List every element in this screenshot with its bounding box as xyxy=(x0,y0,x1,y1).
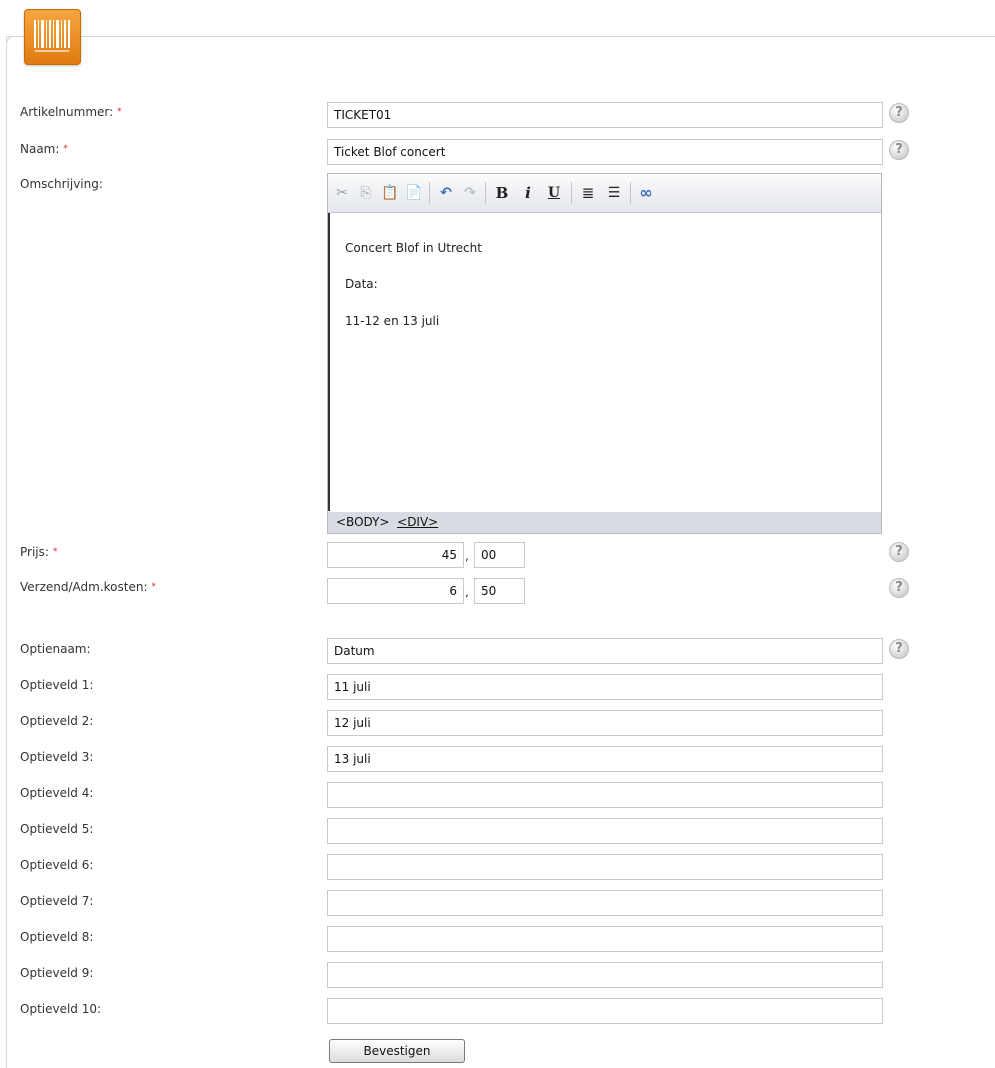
verzendkosten-euros-input[interactable] xyxy=(327,578,464,604)
toolbar-separator xyxy=(429,182,430,204)
label-optieveld-10: Optieveld 10: xyxy=(20,1002,102,1016)
label-optieveld-2: Optieveld 2: xyxy=(20,714,94,728)
copy-icon[interactable]: ⎘ xyxy=(356,183,376,203)
prijs-cents-input[interactable] xyxy=(474,542,525,568)
optieveld-9-input[interactable] xyxy=(327,962,883,988)
link-icon[interactable]: ∞ xyxy=(636,183,656,203)
optieveld-8-input[interactable] xyxy=(327,926,883,952)
cut-icon[interactable]: ✂ xyxy=(332,183,352,203)
underline-button[interactable]: U xyxy=(544,183,564,203)
fieldset-border-top xyxy=(6,36,995,37)
optieveld-3-input[interactable] xyxy=(327,746,883,772)
toolbar-separator xyxy=(630,182,631,204)
optieveld-4-input[interactable] xyxy=(327,782,883,808)
bold-button[interactable]: B xyxy=(492,183,512,203)
optieveld-6-input[interactable] xyxy=(327,854,883,880)
toolbar-separator xyxy=(485,182,486,204)
help-icon[interactable]: ? xyxy=(889,103,909,123)
label-optieveld-4: Optieveld 4: xyxy=(20,786,94,800)
naam-input[interactable] xyxy=(327,139,883,165)
label-verzendkosten: Verzend/Adm.kosten: * xyxy=(20,580,157,594)
optieveld-7-input[interactable] xyxy=(327,890,883,916)
unordered-list-icon[interactable]: ☰ xyxy=(604,183,624,203)
bevestigen-button[interactable]: Bevestigen xyxy=(329,1039,465,1063)
rich-text-editor: ✂ ⎘ 📋 📄 ↶ ↷ B i U ≣ ☰ ∞ Concert Blof in … xyxy=(327,173,882,534)
fieldset-border-left xyxy=(6,36,7,1068)
editor-statusbar: <BODY> <DIV> xyxy=(328,512,881,533)
help-icon[interactable]: ? xyxy=(889,639,909,659)
verzendkosten-cents-input[interactable] xyxy=(474,578,525,604)
optieveld-5-input[interactable] xyxy=(327,818,883,844)
status-div-tag[interactable]: <DIV> xyxy=(397,515,438,529)
paste-word-icon[interactable]: 📄 xyxy=(404,183,424,203)
optienaam-input[interactable] xyxy=(327,638,883,664)
label-optieveld-3: Optieveld 3: xyxy=(20,750,94,764)
editor-paragraph: 11-12 en 13 juli xyxy=(345,314,440,328)
label-optieveld-8: Optieveld 8: xyxy=(20,930,94,944)
help-icon[interactable]: ? xyxy=(889,578,909,598)
redo-icon[interactable]: ↷ xyxy=(460,183,480,203)
optieveld-2-input[interactable] xyxy=(327,710,883,736)
label-prijs: Prijs: * xyxy=(20,545,58,559)
help-icon[interactable]: ? xyxy=(889,140,909,160)
status-body-tag[interactable]: <BODY> xyxy=(336,515,390,529)
label-omschrijving: Omschrijving: xyxy=(20,177,103,191)
toolbar-separator xyxy=(571,182,572,204)
undo-icon[interactable]: ↶ xyxy=(436,183,456,203)
help-icon[interactable]: ? xyxy=(889,542,909,562)
label-artikelnummer: Artikelnummer: * xyxy=(20,105,122,119)
paste-icon[interactable]: 📋 xyxy=(380,183,400,203)
italic-button[interactable]: i xyxy=(518,183,538,203)
required-marker: * xyxy=(151,582,157,592)
label-optieveld-9: Optieveld 9: xyxy=(20,966,94,980)
label-naam: Naam: * xyxy=(20,142,68,156)
required-marker: * xyxy=(63,144,68,154)
price-separator: , xyxy=(465,549,469,563)
editor-toolbar: ✂ ⎘ 📋 📄 ↶ ↷ B i U ≣ ☰ ∞ xyxy=(328,174,881,213)
required-marker: * xyxy=(117,107,122,117)
editor-paragraph: Concert Blof in Utrecht xyxy=(345,241,482,255)
ordered-list-icon[interactable]: ≣ xyxy=(578,183,598,203)
prijs-euros-input[interactable] xyxy=(327,542,464,568)
editor-content-area[interactable]: Concert Blof in Utrecht Data: 11-12 en 1… xyxy=(328,213,881,511)
optieveld-10-input[interactable] xyxy=(327,998,883,1024)
artikelnummer-input[interactable] xyxy=(327,102,883,128)
barcode-logo-icon xyxy=(24,9,81,65)
fieldset-corner xyxy=(6,36,19,49)
optieveld-1-input[interactable] xyxy=(327,674,883,700)
editor-paragraph: Data: xyxy=(345,277,378,291)
label-optieveld-1: Optieveld 1: xyxy=(20,678,94,692)
label-optieveld-5: Optieveld 5: xyxy=(20,822,94,836)
required-marker: * xyxy=(52,547,58,557)
label-optieveld-6: Optieveld 6: xyxy=(20,858,94,872)
label-optieveld-7: Optieveld 7: xyxy=(20,894,94,908)
price-separator: , xyxy=(465,585,469,599)
label-optienaam: Optienaam: xyxy=(20,642,91,656)
